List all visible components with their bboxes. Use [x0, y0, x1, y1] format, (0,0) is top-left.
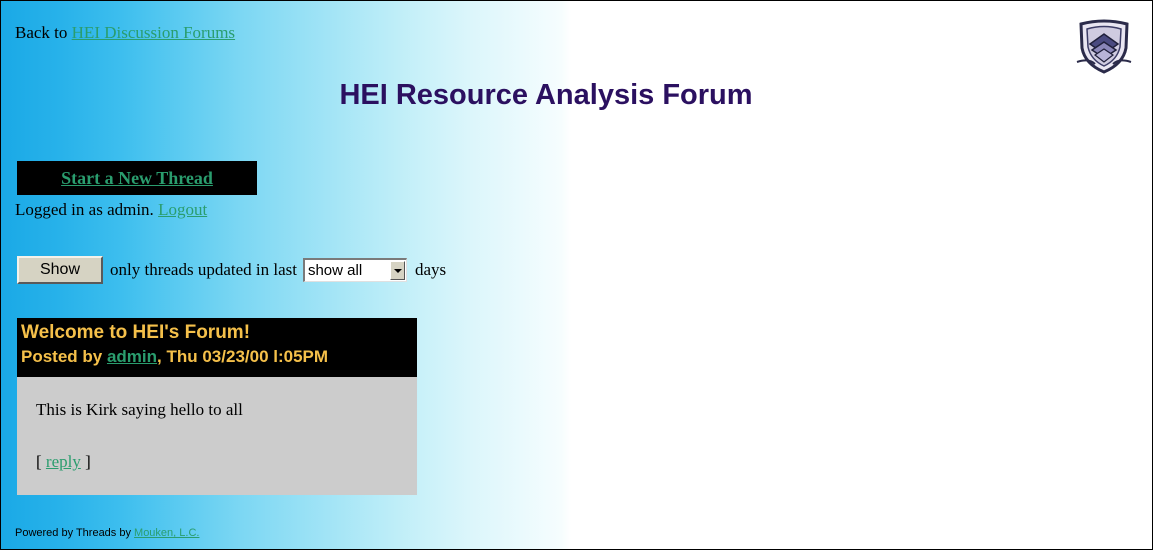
new-thread-box: Start a New Thread	[17, 161, 257, 195]
powered-prefix: Powered by Threads by	[15, 527, 135, 539]
login-status: Logged in as admin. Logout	[15, 200, 207, 220]
post-body: This is Kirk saying hello to all [ reply…	[17, 377, 417, 495]
reply-bracket-open: [	[36, 452, 46, 471]
post-message: This is Kirk saying hello to all	[36, 400, 243, 419]
powered-by: Powered by Threads by Mouken, L.C.	[15, 527, 199, 539]
posted-by-label: Posted by	[21, 347, 107, 366]
show-button[interactable]: Show	[17, 256, 103, 284]
page-frame: Back to HEI Discussion Forums HEI Resour…	[0, 0, 1153, 550]
start-new-thread-link[interactable]: Start a New Thread	[61, 168, 213, 189]
shield-books-icon	[1073, 18, 1135, 74]
post-author-link[interactable]: admin	[107, 347, 157, 366]
reply-bracket-close: ]	[80, 452, 91, 471]
post-title: Welcome to HEI's Forum!	[21, 322, 251, 343]
back-prefix: Back to	[15, 23, 72, 42]
thread-filter: Show only threads updated in last show a…	[17, 255, 446, 285]
filter-label: only threads updated in last	[110, 260, 297, 279]
reply-link[interactable]: reply	[46, 452, 81, 471]
post-meta: Posted by admin, Thu 03/23/00 l:05PM	[21, 345, 413, 369]
back-navigation: Back to HEI Discussion Forums	[15, 23, 235, 43]
logged-in-text: Logged in as admin.	[15, 200, 154, 219]
post-date: , Thu 03/23/00 l:05PM	[157, 347, 329, 366]
forum-title: HEI Resource Analysis Forum	[339, 79, 753, 111]
days-select[interactable]: show all	[302, 258, 407, 282]
chevron-down-icon[interactable]	[389, 261, 405, 280]
logout-link[interactable]: Logout	[158, 200, 207, 219]
reply-line: [ reply ]	[36, 451, 398, 473]
days-label: days	[414, 260, 447, 279]
back-to-forums-link[interactable]: HEI Discussion Forums	[72, 23, 235, 42]
days-select-value: show all	[307, 262, 363, 279]
post-header: Welcome to HEI's Forum! Posted by admin,…	[17, 318, 417, 377]
mouken-link[interactable]: Mouken, L.C.	[134, 527, 199, 539]
